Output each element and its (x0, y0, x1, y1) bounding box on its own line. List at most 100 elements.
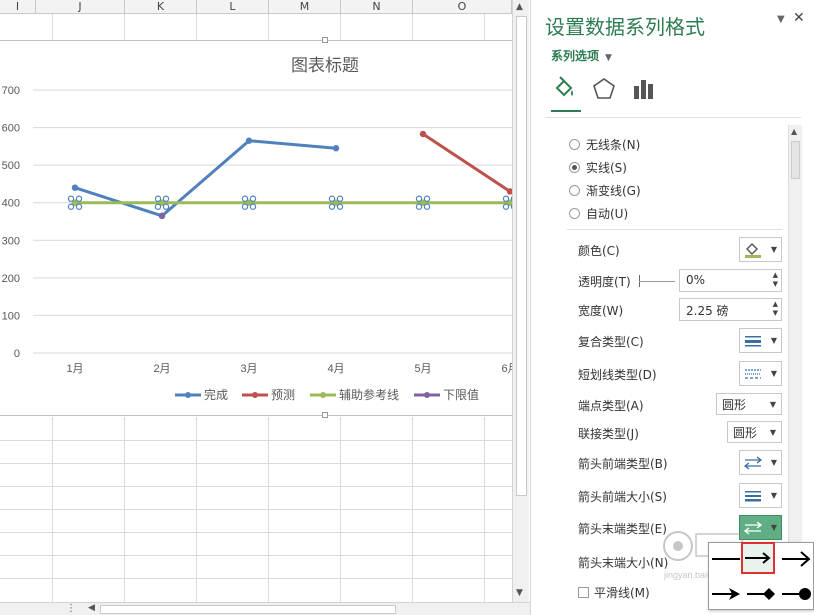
y-tick-label: 0 (14, 348, 20, 360)
series-options-dropdown[interactable]: 系列选项 ▼ (551, 47, 612, 64)
spinner-arrows-icon[interactable]: ▲ ▼ (773, 271, 778, 289)
compound-type-dropdown[interactable]: ▼ (739, 328, 782, 353)
radio-gradient-line[interactable]: 渐变线(G) (569, 181, 641, 199)
column-header-n[interactable]: N (341, 0, 413, 14)
selection-handle (241, 195, 249, 202)
arrow-option-diamond[interactable] (744, 578, 778, 610)
pane-scrollbar[interactable]: ▲ ▼ (788, 125, 802, 600)
grid-line (484, 14, 485, 40)
selection-handle (67, 195, 75, 202)
arrow-option-stealth[interactable] (709, 578, 743, 610)
sheet-tab-splitter-icon[interactable]: ⋮ (66, 603, 76, 614)
radio-label: 无线条(N) (586, 137, 641, 152)
y-tick-label: 200 (2, 273, 20, 285)
scroll-up-arrow-icon[interactable]: ▲ (791, 127, 797, 136)
chevron-down-icon: ▼ (605, 53, 612, 63)
begin-arrow-size-dropdown[interactable]: ▼ (739, 483, 782, 508)
spinner-arrows-icon[interactable]: ▲ ▼ (773, 300, 778, 318)
scroll-left-arrow-icon[interactable]: ◀ (88, 603, 95, 613)
width-label: 宽度(W) (578, 304, 624, 318)
chevron-down-icon: ▼ (770, 458, 777, 467)
column-header-i[interactable]: I (0, 0, 36, 14)
chart-plot[interactable]: 0 100 200 300 400 500 600 700 1月 2月 3月 4月 5月 6月完成 预测 辅助… (0, 41, 512, 417)
radio-button[interactable] (569, 207, 580, 219)
radio-button[interactable] (569, 138, 580, 150)
x-tick-label: 5月 (414, 363, 431, 375)
series-options-bars-icon[interactable] (631, 76, 657, 102)
selection-handle (162, 195, 170, 202)
width-input[interactable]: 2.25 磅 ▲ ▼ (679, 298, 782, 321)
line-no-arrow-icon (712, 558, 740, 560)
effects-pentagon-icon[interactable] (591, 76, 617, 102)
selection-handle (75, 195, 83, 202)
transparency-slider[interactable] (639, 281, 675, 282)
grid-line (340, 14, 341, 40)
dash-type-dropdown[interactable]: ▼ (739, 361, 782, 386)
legend-marker-dot (424, 392, 430, 398)
radio-button[interactable] (569, 184, 580, 196)
dash-lines-icon (745, 368, 761, 379)
arrow-option-open-arrow[interactable] (779, 543, 813, 575)
begin-arrow-type-dropdown[interactable]: ▼ (739, 450, 782, 475)
legend-marker-dot (185, 392, 191, 398)
selection-handle (423, 203, 431, 210)
column-header-o[interactable]: O (413, 0, 512, 14)
grid-line (124, 14, 125, 40)
grid-line (0, 578, 512, 579)
sheet-horizontal-scrollbar[interactable]: ⋮ ◀ (0, 602, 530, 615)
selection-handle (162, 203, 170, 210)
pane-scroll-thumb[interactable] (791, 141, 800, 179)
transparency-value: 0% (686, 273, 706, 287)
radio-label: 实线(S) (586, 160, 627, 175)
selection-handle (502, 195, 510, 202)
y-tick-label: 400 (2, 198, 20, 210)
selection-handle (336, 195, 344, 202)
cap-type-dropdown[interactable]: 圆形 ▼ (716, 393, 782, 415)
transparency-input[interactable]: 0% ▲ ▼ (679, 269, 782, 292)
begin-arrow-size-label: 箭头前端大小(S) (578, 490, 667, 504)
legend-label: 下限值 (443, 387, 479, 402)
radio-solid-line[interactable]: 实线(S) (569, 158, 627, 176)
close-icon[interactable]: ✕ (793, 10, 805, 26)
scroll-down-arrow-icon[interactable]: ▼ (516, 588, 523, 598)
end-arrow-type-label: 箭头末端类型(E) (578, 522, 667, 536)
line-chart[interactable]: 图表标题 01002003004005006007001月2月3月4月5月6月完… (0, 37, 512, 418)
checkbox[interactable] (578, 587, 589, 598)
selection-handle (328, 203, 336, 210)
column-header-j[interactable]: J (36, 0, 125, 14)
horizontal-scroll-thumb[interactable] (100, 605, 396, 614)
transparency-label: 透明度(T) (578, 275, 631, 289)
legend-label: 辅助参考线 (339, 387, 399, 402)
scroll-thumb[interactable] (516, 16, 527, 496)
width-value: 2.25 磅 (686, 304, 729, 318)
pane-options-icon[interactable]: ▼ (777, 14, 785, 25)
radio-no-line[interactable]: 无线条(N) (569, 135, 640, 153)
join-type-dropdown[interactable]: 圆形 ▼ (727, 421, 782, 443)
selection-handle (336, 203, 344, 210)
chevron-down-icon: ▼ (769, 399, 776, 409)
x-tick-label: 3月 (240, 363, 257, 375)
line-oval-arrow-icon (782, 588, 811, 600)
arrow-option-oval[interactable] (779, 578, 813, 610)
column-header-m[interactable]: M (269, 0, 341, 14)
legend-marker-dot (252, 392, 258, 398)
column-header-k[interactable]: K (125, 0, 197, 14)
compound-type-label: 复合类型(C) (578, 335, 644, 349)
column-header-l[interactable]: L (197, 0, 269, 14)
arrow-option-none[interactable] (709, 543, 743, 575)
arrow-option-arrow[interactable] (741, 542, 775, 574)
chevron-down-icon: ▼ (770, 245, 777, 254)
selection-handle (249, 203, 257, 210)
sheet-vertical-scrollbar[interactable]: ▲ ▼ (512, 0, 529, 602)
smooth-line-checkbox[interactable]: 平滑线(M) (578, 584, 650, 601)
fill-line-icon[interactable] (551, 76, 577, 102)
color-picker-button[interactable]: ▼ (739, 237, 782, 262)
scroll-up-arrow-icon[interactable]: ▲ (516, 2, 523, 12)
radio-automatic[interactable]: 自动(U) (569, 204, 628, 222)
line-open-arrow-icon (782, 551, 811, 567)
arrow-type-icon (744, 455, 762, 470)
grid-line (0, 440, 512, 441)
grid-line (0, 532, 512, 533)
radio-button-selected[interactable] (569, 161, 580, 173)
data-point-0 (245, 137, 253, 144)
